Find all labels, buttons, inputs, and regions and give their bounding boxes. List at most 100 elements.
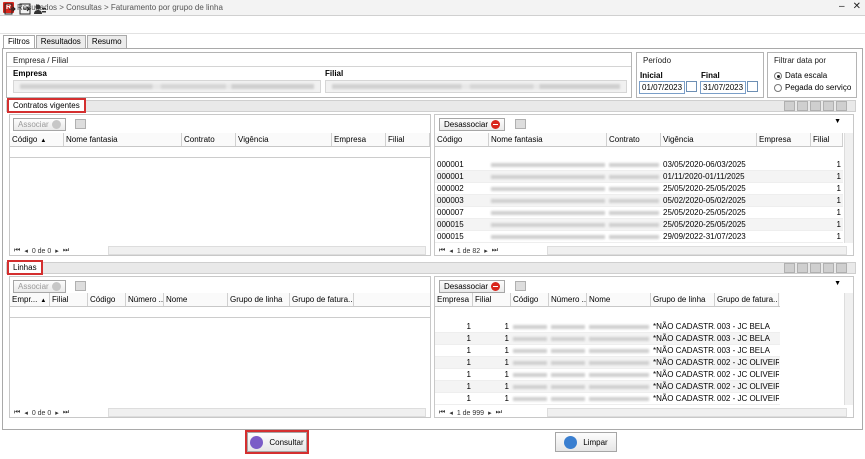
- table-row[interactable]: 11xxx*NÃO CADASTR...003 - JC BELA: [435, 333, 780, 345]
- table-row[interactable]: 11xxx*NÃO CADASTR...003 - JC BELA: [435, 345, 780, 357]
- table-row[interactable]: 11xxx*NÃO CADASTR...002 - JC OLIVEIRA: [435, 357, 780, 369]
- last-page-icon[interactable]: ⏭: [492, 247, 498, 255]
- col-nome[interactable]: Nome: [587, 293, 651, 306]
- prev-page-icon[interactable]: ◂: [24, 247, 28, 255]
- layout-icon[interactable]: [823, 101, 834, 111]
- col-grupo-linha[interactable]: Grupo de linha: [228, 293, 290, 306]
- first-page-icon[interactable]: ⏮: [14, 409, 20, 417]
- final-date-input[interactable]: 31/07/2023: [700, 81, 746, 94]
- table-row[interactable]: 000015xx25/05/2020-25/05/20251: [435, 219, 843, 231]
- col-filial[interactable]: Filial: [386, 133, 430, 146]
- col-vigencia[interactable]: Vigência: [236, 133, 332, 146]
- list-icon[interactable]: [515, 119, 526, 129]
- next-page-icon[interactable]: ▸: [55, 409, 59, 417]
- minimize-icon[interactable]: –: [839, 1, 845, 12]
- col-codigo[interactable]: Código: [511, 293, 549, 306]
- tab-filtros[interactable]: Filtros: [3, 35, 35, 49]
- col-empresa[interactable]: Empr... ▲: [10, 293, 50, 306]
- search-icon[interactable]: [797, 263, 808, 273]
- table-row[interactable]: 11xxx*NÃO CADASTR...003 - JC BELA: [435, 321, 780, 333]
- horizontal-scrollbar[interactable]: [547, 408, 847, 417]
- exit-icon[interactable]: [4, 3, 16, 15]
- col-grupo-fatura[interactable]: Grupo de fatura...: [290, 293, 354, 306]
- prev-page-icon[interactable]: ◂: [449, 247, 453, 255]
- table-row[interactable]: 000007xx25/05/2020-25/05/20251: [435, 207, 843, 219]
- next-page-icon[interactable]: ▸: [484, 247, 488, 255]
- horizontal-scrollbar[interactable]: [108, 408, 426, 417]
- inicial-date-input[interactable]: 01/07/2023: [639, 81, 685, 94]
- table-row[interactable]: 11xxx*NÃO CADASTR...002 - JC OLIVEIRA: [435, 393, 780, 405]
- layout-icon[interactable]: [823, 263, 834, 273]
- list-icon[interactable]: [75, 281, 86, 291]
- calendar-icon[interactable]: [747, 81, 758, 92]
- radio-data-escala[interactable]: Data escala: [774, 71, 827, 80]
- desassociar-button[interactable]: Desassociar: [439, 280, 506, 293]
- radio-pegada-servico[interactable]: Pegada do serviço: [774, 83, 851, 92]
- horizontal-scrollbar[interactable]: [108, 246, 426, 255]
- col-vigencia[interactable]: Vigência: [661, 133, 757, 146]
- sort-asc-icon[interactable]: ▲: [40, 138, 46, 144]
- dropdown-icon[interactable]: ▼: [834, 280, 841, 287]
- col-nome-fantasia[interactable]: Nome fantasia: [64, 133, 182, 146]
- table-row[interactable]: 000003xx05/02/2020-05/02/20251: [435, 195, 843, 207]
- sort-asc-icon[interactable]: ▲: [40, 298, 46, 304]
- col-codigo[interactable]: Código: [88, 293, 126, 306]
- vertical-scrollbar[interactable]: [844, 293, 853, 405]
- export-icon[interactable]: [19, 3, 31, 15]
- col-empresa[interactable]: Empresa: [757, 133, 811, 146]
- first-page-icon[interactable]: ⏮: [439, 409, 445, 417]
- col-contrato[interactable]: Contrato: [182, 133, 236, 146]
- filial-field[interactable]: [325, 80, 627, 93]
- first-page-icon[interactable]: ⏮: [14, 247, 20, 255]
- expand-icon[interactable]: [836, 263, 847, 273]
- associar-button[interactable]: Associar: [13, 118, 66, 131]
- col-numero[interactable]: Número ...: [549, 293, 587, 306]
- calendar-icon[interactable]: [686, 81, 697, 92]
- empresa-field[interactable]: [13, 80, 321, 93]
- col-grupo-fatura[interactable]: Grupo de fatura...: [715, 293, 779, 306]
- first-page-icon[interactable]: ⏮: [439, 247, 445, 255]
- refresh-icon[interactable]: [784, 263, 795, 273]
- close-icon[interactable]: ✕: [853, 1, 861, 12]
- last-page-icon[interactable]: ⏭: [63, 247, 69, 255]
- horizontal-scrollbar[interactable]: [547, 246, 847, 255]
- list-icon[interactable]: [75, 119, 86, 129]
- next-page-icon[interactable]: ▸: [488, 409, 492, 417]
- prev-page-icon[interactable]: ◂: [449, 409, 453, 417]
- col-codigo[interactable]: Código ▲: [10, 133, 64, 146]
- search-icon[interactable]: [797, 101, 808, 111]
- limpar-button[interactable]: Limpar: [555, 432, 617, 452]
- radio-selected-icon[interactable]: [774, 71, 782, 80]
- grid-icon[interactable]: [810, 101, 821, 111]
- table-row[interactable]: 11xxx*NÃO CADASTR...002 - JC OLIVEIRA: [435, 381, 780, 393]
- col-codigo[interactable]: Código: [435, 133, 489, 146]
- col-filial[interactable]: Filial: [473, 293, 511, 306]
- col-contrato[interactable]: Contrato: [607, 133, 661, 146]
- dropdown-icon[interactable]: ▼: [834, 118, 841, 125]
- col-grupo-linha[interactable]: Grupo de linha: [651, 293, 715, 306]
- tab-resumo[interactable]: Resumo: [86, 35, 127, 48]
- next-page-icon[interactable]: ▸: [55, 247, 59, 255]
- consultar-button[interactable]: Consultar: [245, 430, 309, 454]
- tab-resultados[interactable]: Resultados: [35, 35, 86, 48]
- col-filial[interactable]: Filial: [811, 133, 843, 146]
- last-page-icon[interactable]: ⏭: [63, 409, 69, 417]
- col-filial[interactable]: Filial: [50, 293, 88, 306]
- vertical-scrollbar[interactable]: [844, 133, 853, 243]
- expand-icon[interactable]: [836, 101, 847, 111]
- last-page-icon[interactable]: ⏭: [496, 409, 502, 417]
- col-nome-fantasia[interactable]: Nome fantasia: [489, 133, 607, 146]
- table-row[interactable]: 000001xx03/05/2020-06/03/20251: [435, 159, 843, 171]
- refresh-icon[interactable]: [784, 101, 795, 111]
- col-nome[interactable]: Nome: [164, 293, 228, 306]
- list-icon[interactable]: [515, 281, 526, 291]
- table-row[interactable]: 000015xx29/09/2022-31/07/20231: [435, 231, 843, 243]
- table-row[interactable]: 11xxx*NÃO CADASTR...002 - JC OLIVEIRA: [435, 369, 780, 381]
- table-row[interactable]: 000002xx25/05/2020-25/05/20251: [435, 183, 843, 195]
- col-empresa[interactable]: Empresa: [435, 293, 473, 306]
- col-empresa[interactable]: Empresa: [332, 133, 386, 146]
- grid-icon[interactable]: [810, 263, 821, 273]
- prev-page-icon[interactable]: ◂: [24, 409, 28, 417]
- col-numero[interactable]: Número ...: [126, 293, 164, 306]
- associar-button[interactable]: Associar: [13, 280, 66, 293]
